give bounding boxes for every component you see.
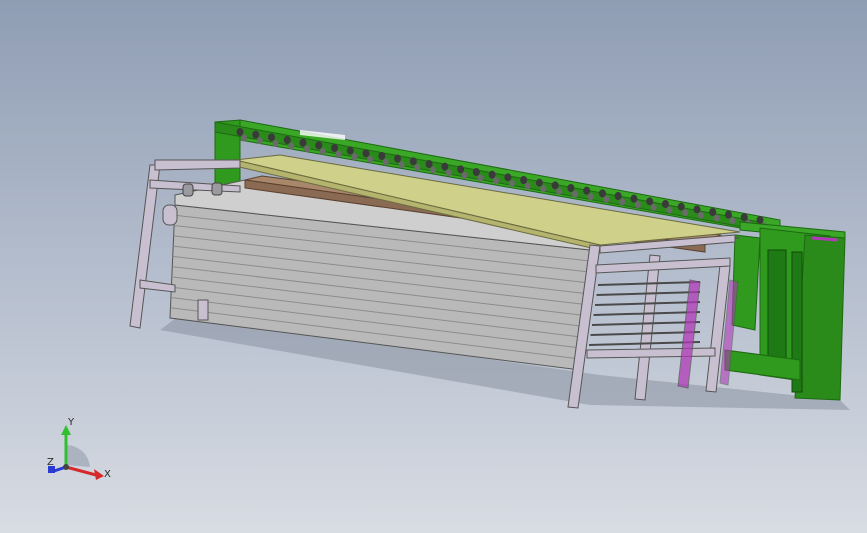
y-axis-label: Y <box>67 417 75 428</box>
x-axis-label: X <box>104 469 111 480</box>
x-axis-arrowhead <box>94 469 104 480</box>
3d-model-view[interactable] <box>0 0 867 533</box>
z-axis-label: Z <box>47 457 54 468</box>
green-end-frame[interactable] <box>724 221 846 401</box>
x-axis-arrow <box>65 465 97 477</box>
coordinate-triad: Y X Z <box>47 417 111 480</box>
cad-viewport[interactable]: Y X Z <box>0 0 867 533</box>
triad-origin <box>63 464 69 470</box>
